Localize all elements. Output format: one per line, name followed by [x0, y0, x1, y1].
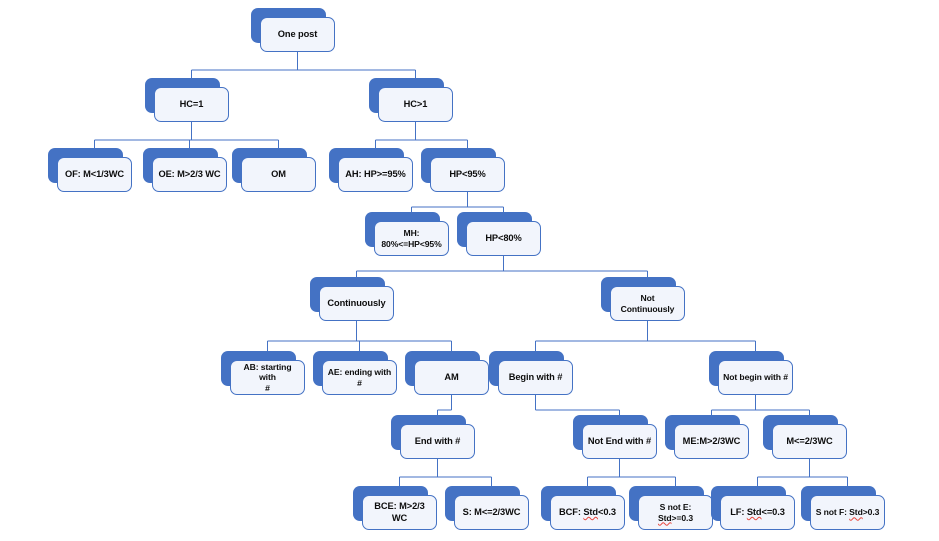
tree-node-of[interactable]: OF: M<1/3WC: [48, 148, 132, 192]
tree-node-ae[interactable]: AE: ending with #: [313, 351, 397, 395]
node-label: AB: starting with #: [243, 361, 292, 393]
node-card: Not Continuously: [610, 286, 685, 321]
tree-node-notend[interactable]: Not End with #: [573, 415, 657, 459]
node-label: Not End with #: [587, 435, 652, 446]
tree-node-snotf[interactable]: S not F: Std>0.3: [801, 486, 885, 530]
node-card: HC>1: [378, 87, 453, 122]
node-card: AH: HP>=95%: [338, 157, 413, 192]
node-label: BCF: Std<0.3: [559, 506, 616, 517]
tree-node-om[interactable]: OM: [232, 148, 316, 192]
diagram-canvas: One post HC=1 HC>1 OF: M<1/3WC OE: M>2/3 WC O…: [0, 0, 939, 541]
node-label: AH: HP>=95%: [345, 168, 406, 179]
node-card: Continuously: [319, 286, 394, 321]
node-card: AE: ending with #: [322, 360, 397, 395]
node-card: HC=1: [154, 87, 229, 122]
node-label: OM: [271, 168, 286, 179]
node-label: HP<80%: [485, 232, 522, 243]
node-label: ME:M>2/3WC: [682, 435, 741, 446]
node-label: HC=1: [179, 98, 204, 109]
tree-node-bce[interactable]: BCE: M>2/3 WC: [353, 486, 437, 530]
tree-node-snote[interactable]: S not E: Std>=0.3: [629, 486, 713, 530]
node-label: S: M<=2/3WC: [462, 506, 521, 517]
node-card: End with #: [400, 424, 475, 459]
node-card: One post: [260, 17, 335, 52]
tree-node-oe[interactable]: OE: M>2/3 WC: [143, 148, 227, 192]
tree-node-me[interactable]: ME:M>2/3WC: [665, 415, 749, 459]
node-label: OE: M>2/3 WC: [158, 168, 221, 179]
node-card: M<=2/3WC: [772, 424, 847, 459]
node-card: ME:M>2/3WC: [674, 424, 749, 459]
tree-node-cont[interactable]: Continuously: [310, 277, 394, 321]
node-card: S not E: Std>=0.3: [638, 495, 713, 530]
tree-node-ab[interactable]: AB: starting with #: [221, 351, 305, 395]
tree-node-ah[interactable]: AH: HP>=95%: [329, 148, 413, 192]
node-label: S not E: Std>=0.3: [657, 502, 694, 523]
tree-node-beginwith[interactable]: Begin with #: [489, 351, 573, 395]
node-card: S: M<=2/3WC: [454, 495, 529, 530]
node-label: BCE: M>2/3 WC: [374, 501, 425, 523]
node-card: OM: [241, 157, 316, 192]
tree-node-am[interactable]: AM: [405, 351, 489, 395]
node-label: AE: ending with #: [327, 367, 392, 388]
node-label: LF: Std<=0.3: [730, 506, 785, 517]
node-label: HC>1: [403, 98, 428, 109]
node-label: MH: 80%<=HP<95%: [381, 228, 442, 249]
tree-node-root[interactable]: One post: [251, 8, 335, 52]
tree-node-notbegin[interactable]: Not begin with #: [709, 351, 793, 395]
node-card: OE: M>2/3 WC: [152, 157, 227, 192]
tree-node-hplt80[interactable]: HP<80%: [457, 212, 541, 256]
node-label: Not begin with #: [723, 372, 788, 383]
tree-node-endwith[interactable]: End with #: [391, 415, 475, 459]
node-card: BCF: Std<0.3: [550, 495, 625, 530]
node-label: Begin with #: [508, 371, 563, 382]
node-label: M<=2/3WC: [786, 435, 833, 446]
node-label: HP<95%: [449, 168, 486, 179]
tree-node-hcgt1[interactable]: HC>1: [369, 78, 453, 122]
tree-node-hc1[interactable]: HC=1: [145, 78, 229, 122]
node-card: Begin with #: [498, 360, 573, 395]
node-label: Not Continuously: [620, 293, 675, 314]
node-label: One post: [277, 28, 318, 39]
node-label: AM: [444, 371, 459, 382]
tree-node-s[interactable]: S: M<=2/3WC: [445, 486, 529, 530]
node-card: AM: [414, 360, 489, 395]
node-card: MH: 80%<=HP<95%: [374, 221, 449, 256]
node-card: HP<80%: [466, 221, 541, 256]
node-card: Not begin with #: [718, 360, 793, 395]
tree-node-mle[interactable]: M<=2/3WC: [763, 415, 847, 459]
tree-node-mh[interactable]: MH: 80%<=HP<95%: [365, 212, 449, 256]
node-card: AB: starting with #: [230, 360, 305, 395]
node-label: S not F: Std>0.3: [815, 507, 880, 518]
node-label: Continuously: [327, 297, 386, 308]
node-label: End with #: [414, 435, 461, 446]
tree-node-hplt95[interactable]: HP<95%: [421, 148, 505, 192]
tree-node-notcont[interactable]: Not Continuously: [601, 277, 685, 321]
node-card: HP<95%: [430, 157, 505, 192]
node-card: LF: Std<=0.3: [720, 495, 795, 530]
node-card: Not End with #: [582, 424, 657, 459]
node-card: BCE: M>2/3 WC: [362, 495, 437, 530]
tree-node-lf[interactable]: LF: Std<=0.3: [711, 486, 795, 530]
node-card: OF: M<1/3WC: [57, 157, 132, 192]
node-label: OF: M<1/3WC: [64, 168, 125, 179]
edge-layer: [93, 52, 849, 495]
tree-node-bcf[interactable]: BCF: Std<0.3: [541, 486, 625, 530]
node-card: S not F: Std>0.3: [810, 495, 885, 530]
